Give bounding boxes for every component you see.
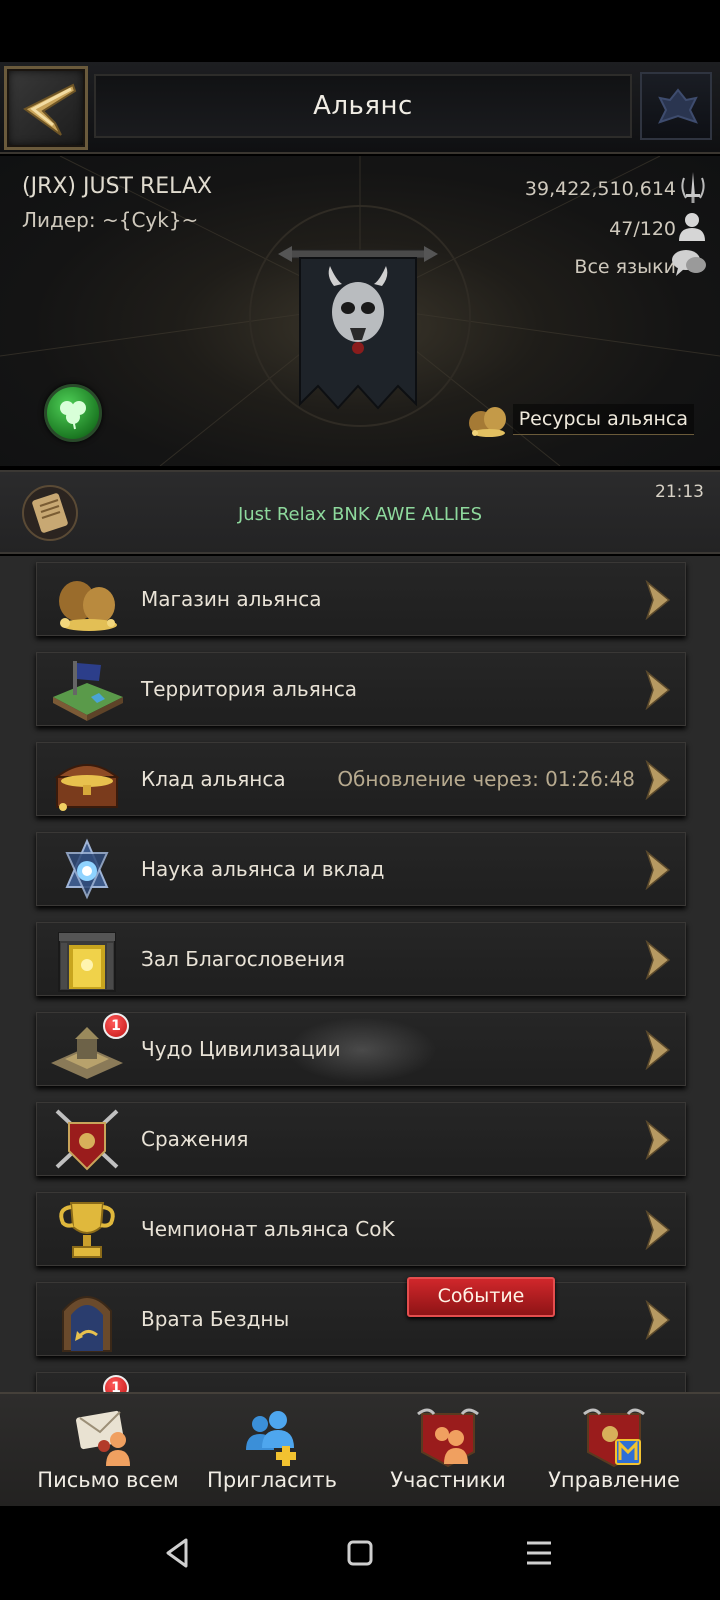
status-bar bbox=[0, 0, 720, 62]
mail-all-icon bbox=[76, 1410, 130, 1466]
chevron-right-icon bbox=[645, 940, 671, 980]
alliance-resources-button[interactable]: Ресурсы альянса bbox=[465, 402, 694, 437]
crossed-swords-shield-icon bbox=[55, 1109, 119, 1171]
alliance-resources-label: Ресурсы альянса bbox=[512, 403, 694, 435]
tab-label: Письмо всем bbox=[37, 1468, 179, 1492]
alliance-language: Все языки bbox=[574, 256, 676, 278]
menu-label: Наука альянса и вклад bbox=[141, 857, 385, 881]
menu-label: Чемпионат альянса CoK bbox=[141, 1217, 395, 1241]
chevron-right-icon bbox=[645, 1210, 671, 1250]
menu-label: Зал Благословения bbox=[141, 947, 345, 971]
menu-item-abyss-gate[interactable]: Врата Бездны Событие bbox=[36, 1277, 686, 1356]
chat-bubbles-icon bbox=[672, 250, 706, 276]
clover-button[interactable] bbox=[44, 384, 102, 442]
alliance-announcement[interactable]: Just Relax BNK AWE ALLIES 21:13 bbox=[0, 470, 720, 554]
menu-item-alliance-shop[interactable]: Магазин альянса bbox=[36, 562, 686, 636]
tab-label: Управление bbox=[548, 1468, 680, 1492]
tab-mail-all[interactable]: Письмо всем bbox=[18, 1394, 198, 1508]
event-tag: Событие bbox=[407, 1277, 555, 1317]
bottom-tab-bar: Письмо всем Пригласить Участники Управле… bbox=[0, 1392, 720, 1506]
nav-home-icon[interactable] bbox=[346, 1536, 374, 1570]
notification-badge: 1 bbox=[103, 1375, 129, 1392]
alliance-name: (JRX) JUST RELAX bbox=[22, 174, 213, 199]
announcement-text: Just Relax BNK AWE ALLIES bbox=[237, 504, 483, 525]
chevron-right-icon bbox=[645, 760, 671, 800]
tab-invite[interactable]: Пригласить bbox=[182, 1394, 362, 1508]
resource-sacks-icon bbox=[468, 407, 506, 437]
menu-label: Сражения bbox=[141, 1127, 249, 1151]
menu-label: Врата Бездны bbox=[141, 1307, 290, 1331]
manage-icon bbox=[583, 1408, 645, 1468]
menu-label: Магазин альянса bbox=[141, 587, 322, 611]
title-bar: Альянс bbox=[94, 74, 632, 138]
blessing-hall-icon bbox=[58, 932, 116, 992]
member-person-icon bbox=[679, 213, 705, 241]
tab-manage[interactable]: Управление bbox=[524, 1394, 704, 1508]
menu-item-partial[interactable]: 1 bbox=[36, 1372, 686, 1392]
menu-label: Чудо Цивилизации bbox=[141, 1037, 341, 1061]
gold-bags-icon bbox=[59, 581, 117, 631]
alliance-menu-list: Магазин альянса Территория альянса Клад … bbox=[0, 556, 720, 1392]
chevron-right-icon bbox=[645, 1300, 671, 1340]
abyss-gate-icon bbox=[62, 1296, 112, 1352]
crest-icon bbox=[658, 88, 698, 124]
science-star-icon bbox=[65, 838, 109, 900]
chevron-right-icon bbox=[645, 1120, 671, 1160]
invite-icon bbox=[246, 1411, 296, 1466]
back-arrow-icon bbox=[23, 83, 77, 136]
menu-item-cok-championship[interactable]: Чемпионат альянса CoK bbox=[36, 1192, 686, 1266]
menu-item-blessing-hall[interactable]: Зал Благословения bbox=[36, 922, 686, 996]
power-sword-icon bbox=[681, 172, 705, 203]
page-title: Альянс bbox=[313, 91, 413, 121]
tab-label: Участники bbox=[390, 1468, 506, 1492]
menu-label: Клад альянса bbox=[141, 767, 286, 791]
chevron-right-icon bbox=[645, 1030, 671, 1070]
menu-item-civilization-wonder[interactable]: 1 Чудо Цивилизации bbox=[36, 1012, 686, 1086]
trophy-icon bbox=[59, 1202, 115, 1258]
tab-members[interactable]: Участники bbox=[358, 1394, 538, 1508]
menu-item-alliance-science[interactable]: Наука альянса и вклад bbox=[36, 832, 686, 906]
back-button[interactable] bbox=[4, 66, 88, 150]
alliance-power: 39,422,510,614 bbox=[524, 178, 676, 200]
members-icon bbox=[417, 1408, 479, 1468]
menu-label: Территория альянса bbox=[141, 677, 358, 701]
chevron-right-icon bbox=[645, 670, 671, 710]
alliance-flag-emblem bbox=[278, 246, 438, 410]
alliance-leader: Лидер: ~{Cyk}~ bbox=[22, 208, 199, 232]
chevron-right-icon bbox=[645, 850, 671, 890]
announcement-time: 21:13 bbox=[655, 482, 704, 502]
notification-badge: 1 bbox=[103, 1013, 129, 1039]
alliance-banner: (JRX) JUST RELAX Лидер: ~{Cyk}~ 39,422,5… bbox=[0, 156, 720, 466]
nav-menu-icon[interactable] bbox=[524, 1536, 554, 1570]
territory-map-icon bbox=[53, 661, 123, 721]
menu-item-alliance-treasure[interactable]: Клад альянса Обновление через: 01:26:48 bbox=[36, 742, 686, 816]
treasure-refresh-timer: Обновление через: 01:26:48 bbox=[337, 767, 635, 791]
chevron-right-icon bbox=[645, 580, 671, 620]
clover-icon bbox=[60, 401, 86, 430]
tab-label: Пригласить bbox=[207, 1468, 337, 1492]
system-navigation-bar bbox=[0, 1506, 720, 1600]
treasure-chest-icon bbox=[54, 764, 120, 811]
alliance-crest-button[interactable] bbox=[640, 72, 712, 140]
alliance-members-count: 47/120 bbox=[609, 218, 676, 240]
menu-item-battles[interactable]: Сражения bbox=[36, 1102, 686, 1176]
header: Альянс bbox=[0, 62, 720, 154]
nav-back-icon[interactable] bbox=[162, 1536, 192, 1570]
menu-item-alliance-territory[interactable]: Территория альянса bbox=[36, 652, 686, 726]
